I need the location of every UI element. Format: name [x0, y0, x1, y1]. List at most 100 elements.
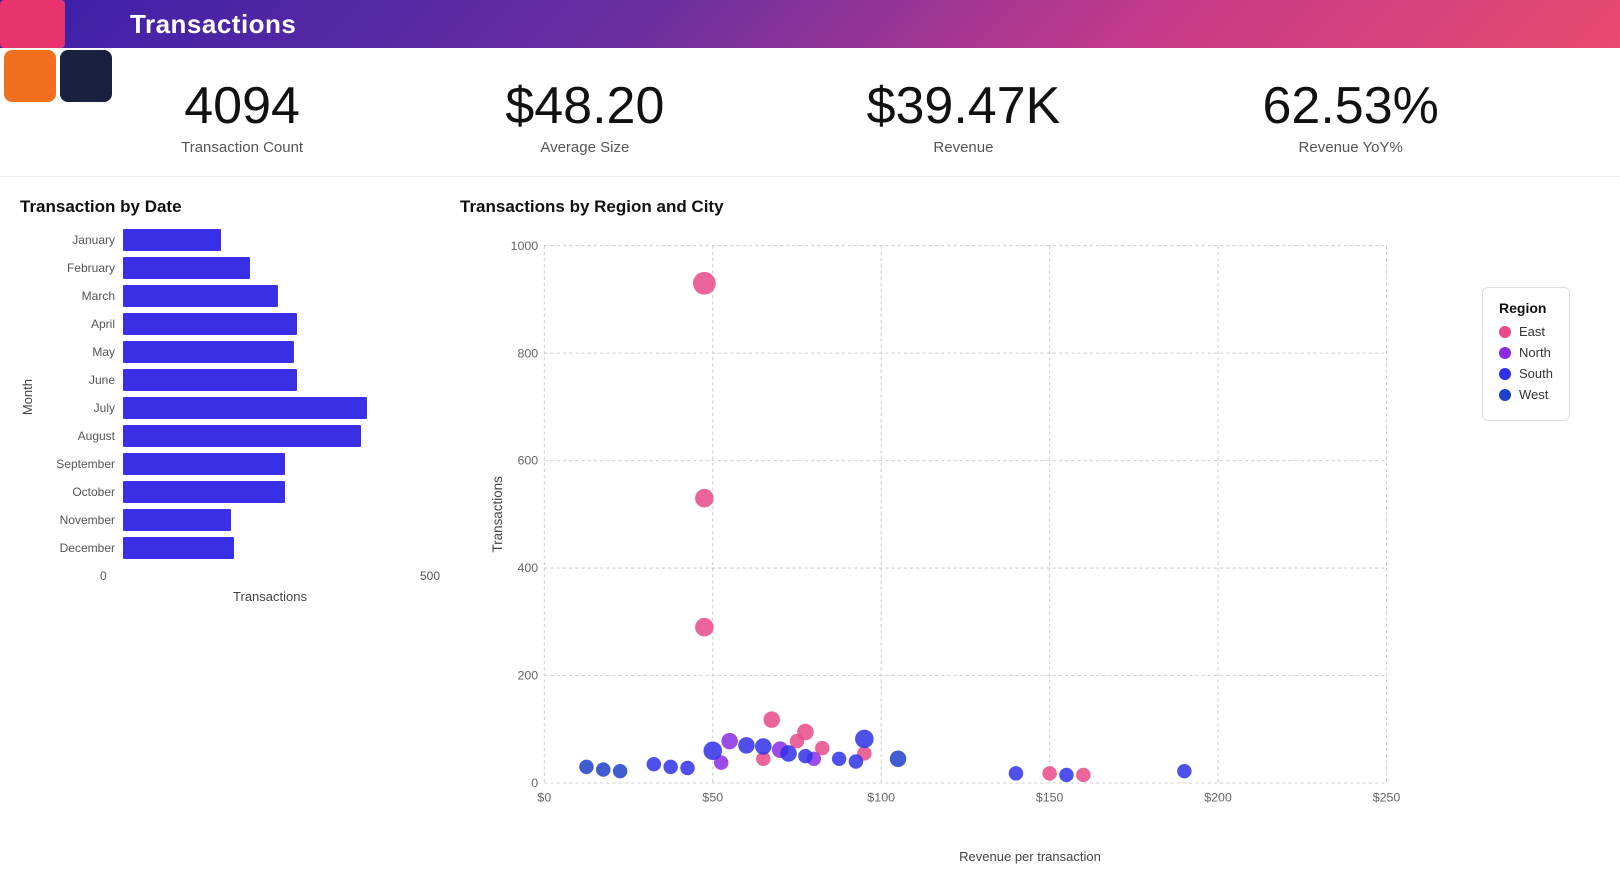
scatter-point: [798, 749, 812, 763]
logo-orange: [4, 50, 56, 102]
scatter-chart-svg: 02004006008001000$0$50$100$150$200$250Tr…: [460, 225, 1600, 845]
svg-text:$0: $0: [537, 791, 551, 805]
scatter-point: [1009, 766, 1023, 780]
scatter-section: Transactions by Region and City 02004006…: [460, 197, 1600, 864]
kpi-transaction-count-label: Transaction Count: [181, 139, 303, 156]
x-tick-0: 0: [100, 569, 107, 583]
bar-fill: [123, 285, 278, 307]
bar-fill: [123, 369, 297, 391]
kpi-revenue: $39.47K Revenue: [867, 78, 1061, 156]
svg-text:$50: $50: [702, 791, 723, 805]
bar-fill: [123, 229, 221, 251]
logo-dark: [60, 50, 112, 102]
logo-area: [0, 0, 120, 110]
legend-item: South: [1499, 366, 1553, 381]
bar-fill: [123, 341, 294, 363]
svg-text:$150: $150: [1036, 791, 1064, 805]
svg-text:200: 200: [517, 669, 538, 683]
legend-dot: [1499, 389, 1511, 401]
legend-dot: [1499, 368, 1511, 380]
svg-text:800: 800: [517, 346, 538, 360]
scatter-point: [1076, 768, 1090, 782]
legend-dot: [1499, 326, 1511, 338]
scatter-point: [579, 760, 593, 774]
bar-month-label: September: [43, 457, 115, 471]
svg-text:$200: $200: [1204, 791, 1232, 805]
bar-fill: [123, 509, 231, 531]
legend-item: North: [1499, 345, 1553, 360]
bar-month-label: October: [43, 485, 115, 499]
bar-row: May: [43, 341, 440, 363]
bar-track: [123, 313, 440, 335]
scatter-point: [721, 733, 738, 750]
legend-item-label: West: [1519, 387, 1548, 402]
svg-text:0: 0: [531, 776, 538, 790]
svg-text:$100: $100: [867, 791, 895, 805]
bar-month-label: April: [43, 317, 115, 331]
bar-track: [123, 229, 440, 251]
scatter-point: [703, 742, 722, 761]
scatter-point: [1042, 766, 1056, 780]
svg-text:Transactions: Transactions: [490, 476, 505, 553]
kpi-transaction-count-value: 4094: [181, 78, 303, 135]
bar-track: [123, 509, 440, 531]
bar-track: [123, 481, 440, 503]
scatter-point: [596, 763, 610, 777]
bar-track: [123, 425, 440, 447]
scatter-point: [647, 757, 661, 771]
bar-row: September: [43, 453, 440, 475]
svg-text:600: 600: [517, 454, 538, 468]
bar-track: [123, 537, 440, 559]
bar-track: [123, 341, 440, 363]
kpi-revenue-yoy: 62.53% Revenue YoY%: [1263, 78, 1439, 156]
kpi-revenue-yoy-label: Revenue YoY%: [1263, 139, 1439, 156]
bar-track: [123, 397, 440, 419]
bar-fill: [123, 257, 250, 279]
scatter-point: [695, 618, 714, 637]
bar-track: [123, 453, 440, 475]
scatter-point: [1177, 764, 1191, 778]
bar-month-label: January: [43, 233, 115, 247]
logo-pink: [0, 0, 65, 48]
scatter-legend: Region East North South West: [1482, 287, 1570, 421]
scatter-point: [738, 737, 755, 754]
legend-dot: [1499, 347, 1511, 359]
bar-month-label: December: [43, 541, 115, 555]
bar-row: March: [43, 285, 440, 307]
legend-item: East: [1499, 324, 1553, 339]
scatter-point: [695, 489, 714, 508]
svg-text:400: 400: [517, 561, 538, 575]
bar-row: February: [43, 257, 440, 279]
header: Transactions: [0, 0, 1620, 48]
bar-fill: [123, 537, 234, 559]
x-tick-500: 500: [420, 569, 440, 583]
bar-chart-section: Transaction by Date Month JanuaryFebruar…: [20, 197, 440, 864]
scatter-point: [663, 760, 677, 774]
legend-title: Region: [1499, 300, 1553, 316]
bar-month-label: June: [43, 373, 115, 387]
scatter-point: [890, 751, 907, 768]
scatter-point: [755, 738, 772, 755]
bar-month-label: July: [43, 401, 115, 415]
kpi-revenue-value: $39.47K: [867, 78, 1061, 135]
scatter-point: [855, 730, 874, 749]
bar-row: August: [43, 425, 440, 447]
legend-item: West: [1499, 387, 1553, 402]
bar-row: October: [43, 481, 440, 503]
bar-track: [123, 285, 440, 307]
svg-text:$250: $250: [1373, 791, 1401, 805]
scatter-point: [763, 712, 780, 729]
bar-track: [123, 369, 440, 391]
bar-fill: [123, 397, 367, 419]
bar-chart-x-label: Transactions: [100, 589, 440, 604]
kpi-average-size: $48.20 Average Size: [505, 78, 664, 156]
kpi-average-size-label: Average Size: [505, 139, 664, 156]
scatter-point: [1059, 768, 1073, 782]
bar-month-label: February: [43, 261, 115, 275]
bar-month-label: May: [43, 345, 115, 359]
bar-month-label: November: [43, 513, 115, 527]
bar-track: [123, 257, 440, 279]
bar-chart-title: Transaction by Date: [20, 197, 440, 217]
bar-row: January: [43, 229, 440, 251]
page-title: Transactions: [130, 9, 296, 40]
